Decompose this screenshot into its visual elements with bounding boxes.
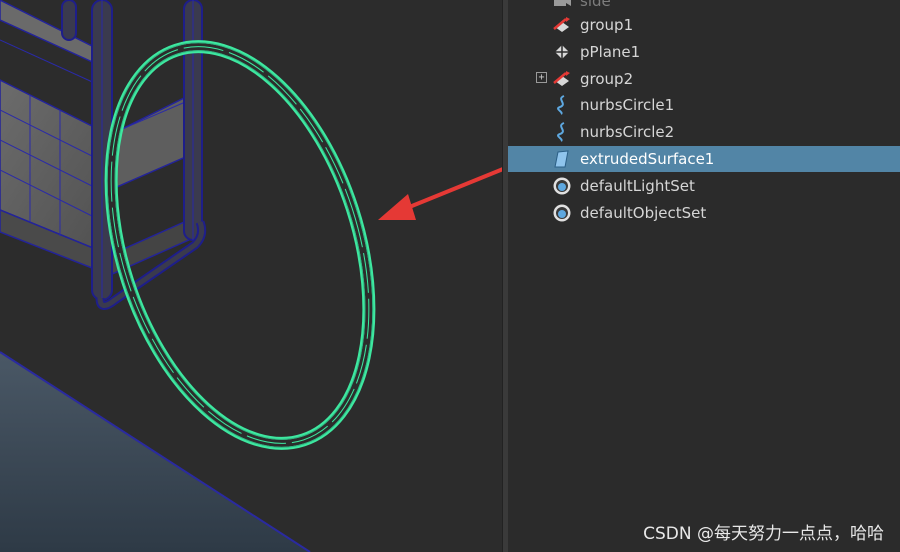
outliner-item-label: pPlane1 — [580, 43, 641, 61]
outliner-item-label: side — [580, 0, 611, 10]
annotation-arrow — [378, 167, 502, 220]
outliner-item-group1[interactable]: group1 — [508, 12, 900, 38]
outliner-item-label: group1 — [580, 16, 634, 34]
outliner-item-nurbscircle2[interactable]: nurbsCircle2 — [508, 119, 900, 145]
outliner-panel: side group1 pPlane1 + group2 nurbsCircle… — [508, 0, 900, 552]
floor-plane[interactable] — [0, 351, 311, 552]
outliner-item-defaultlightset[interactable]: defaultLightSet — [508, 173, 900, 199]
nurbs-surface-icon — [554, 150, 569, 168]
set-icon — [553, 177, 571, 195]
outliner-item-label: extrudedSurface1 — [580, 150, 715, 168]
camera-icon — [554, 0, 571, 6]
nurbs-curve-icon — [557, 122, 565, 142]
nurbs-curve-icon — [557, 95, 565, 115]
viewport-3d[interactable] — [0, 0, 502, 552]
set-icon — [553, 204, 571, 222]
polygon-mesh-icon — [555, 45, 569, 59]
extruded-surface-ring[interactable] — [59, 9, 420, 482]
outliner-item-pplane1[interactable]: pPlane1 — [508, 39, 900, 65]
outliner-item-label: defaultLightSet — [580, 177, 695, 195]
outliner-item-defaultobjectset[interactable]: defaultObjectSet — [508, 200, 900, 226]
outliner-item-label: defaultObjectSet — [580, 204, 707, 222]
outliner-item-extrudedsurface1[interactable]: extrudedSurface1 — [508, 146, 900, 172]
outliner-item-label: nurbsCircle2 — [580, 123, 675, 141]
watermark-text: CSDN @每天努力一点点，哈哈 — [643, 524, 884, 544]
group-icon — [553, 17, 570, 32]
viewport-scene — [0, 0, 502, 552]
outliner-item-group2[interactable]: + group2 — [508, 66, 900, 92]
expand-icon[interactable]: + — [536, 72, 547, 83]
outliner-item-label: nurbsCircle1 — [580, 96, 675, 114]
group-icon — [553, 71, 570, 86]
outliner-item-label: group2 — [580, 70, 634, 88]
outliner-item-nurbscircle1[interactable]: nurbsCircle1 — [508, 92, 900, 118]
